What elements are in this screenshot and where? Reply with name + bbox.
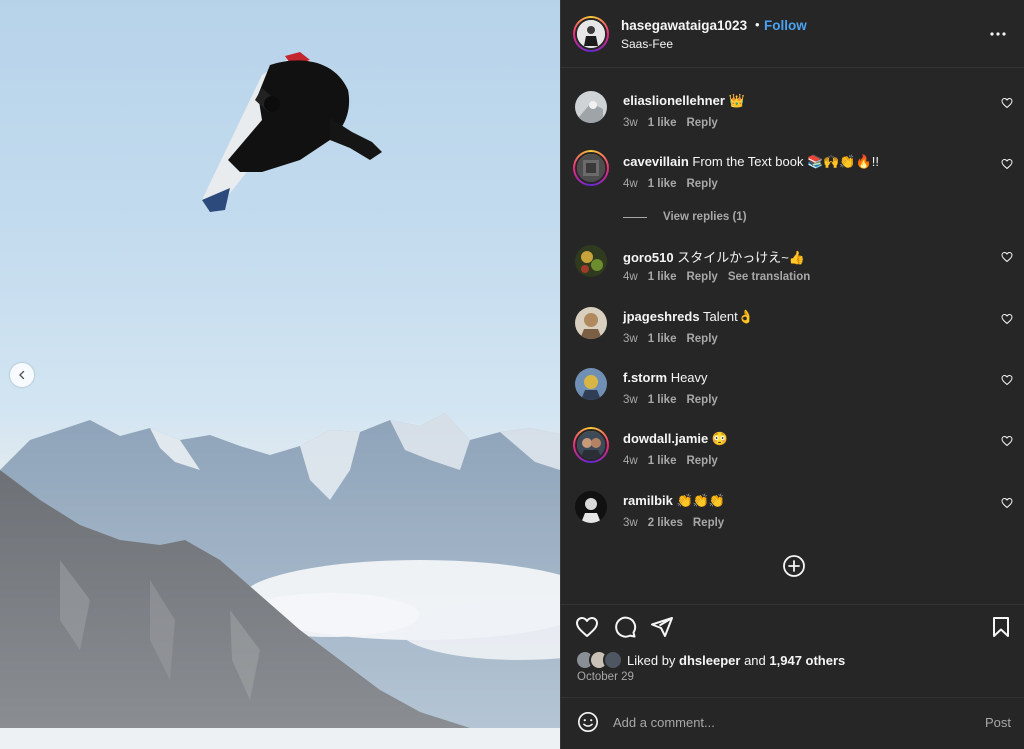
comment-text: Talent👌 <box>702 309 754 324</box>
comment-text: スタイルかっけえ~👍 <box>677 250 805 265</box>
commenter-avatar[interactable] <box>575 368 607 400</box>
author-avatar-image <box>577 20 605 48</box>
author-username[interactable]: hasegawataiga1023 <box>621 18 747 33</box>
post-side-panel: hasegawataiga1023 • Follow Saas-Fee elia… <box>560 0 1024 749</box>
comment-age: 3w <box>623 333 638 345</box>
add-comment-input[interactable] <box>613 712 973 732</box>
post-location[interactable]: Saas-Fee <box>621 37 673 51</box>
load-more-comments-icon[interactable] <box>782 554 806 578</box>
more-horizontal-icon[interactable] <box>987 24 1009 44</box>
liked-by-user[interactable]: dhsleeper <box>679 653 740 668</box>
commenter-username[interactable]: ramilbik <box>623 493 673 508</box>
heart-icon[interactable] <box>1001 435 1013 447</box>
comment-age: 3w <box>623 517 638 529</box>
comment-item: ramilbik 👏👏👏 3w 2 likes Reply <box>561 491 1024 547</box>
comment-item: cavevillain From the Text book 📚🙌👏🔥!! 4w… <box>561 150 1024 208</box>
post-photo <box>0 0 560 749</box>
commenter-username[interactable]: eliaslionellehner <box>623 93 725 108</box>
comment-likes[interactable]: 1 like <box>648 178 677 190</box>
post-header: hasegawataiga1023 • Follow Saas-Fee <box>561 0 1024 68</box>
header-separator: • <box>755 17 760 32</box>
comment-item: eliaslionellehner 👑 3w 1 like Reply <box>561 91 1024 147</box>
liked-by-middle: and <box>740 652 770 668</box>
post-comment-button[interactable]: Post <box>985 715 1011 730</box>
comment-likes[interactable]: 1 like <box>648 394 677 406</box>
like-heart-icon[interactable] <box>575 615 599 639</box>
reply-button[interactable]: Reply <box>686 394 717 406</box>
heart-icon[interactable] <box>1001 313 1013 325</box>
comment-age: 4w <box>623 271 638 283</box>
commenter-username[interactable]: cavevillain <box>623 154 689 169</box>
commenter-avatar[interactable] <box>573 150 609 186</box>
view-replies-button[interactable]: View replies (1) <box>623 211 747 223</box>
heart-icon[interactable] <box>1001 251 1013 263</box>
see-translation-button[interactable]: See translation <box>728 271 810 283</box>
comment-likes[interactable]: 1 like <box>648 333 677 345</box>
comment-age: 3w <box>623 394 638 406</box>
reply-button[interactable]: Reply <box>686 455 717 467</box>
heart-icon[interactable] <box>1001 97 1013 109</box>
comment-item: dowdall.jamie 😳 4w 1 like Reply <box>561 427 1024 485</box>
share-send-icon[interactable] <box>650 615 674 639</box>
comment-likes[interactable]: 1 like <box>648 455 677 467</box>
commenter-avatar[interactable] <box>575 245 607 277</box>
comment-text: 👏👏👏 <box>676 493 726 508</box>
comment-age: 4w <box>623 178 638 190</box>
comment-text: Heavy <box>670 370 708 385</box>
comment-likes[interactable]: 1 like <box>648 117 677 129</box>
comment-item: f.storm Heavy 3w 1 like Reply <box>561 368 1024 424</box>
author-avatar[interactable] <box>573 16 609 52</box>
reply-button[interactable]: Reply <box>686 117 717 129</box>
carousel-prev-button[interactable] <box>10 363 34 387</box>
replies-divider <box>623 216 647 218</box>
emoji-icon[interactable] <box>577 711 599 733</box>
heart-icon[interactable] <box>1001 158 1013 170</box>
commenter-username[interactable]: goro510 <box>623 250 674 265</box>
comment-age: 3w <box>623 117 638 129</box>
add-comment-bar: Post <box>561 697 1024 749</box>
post-actions-bar <box>561 604 1024 644</box>
liker-avatars <box>575 650 625 670</box>
comment-text: 😳 <box>711 431 729 446</box>
comment-likes[interactable]: 1 like <box>648 271 677 283</box>
liked-by-row[interactable]: Liked by dhsleeper and 1,947 others <box>575 650 845 670</box>
liker-avatar <box>603 650 623 670</box>
commenter-username[interactable]: dowdall.jamie <box>623 431 708 446</box>
heart-icon[interactable] <box>1001 497 1013 509</box>
reply-button[interactable]: Reply <box>693 517 724 529</box>
commenter-username[interactable]: jpageshreds <box>623 309 700 324</box>
follow-button[interactable]: Follow <box>764 18 807 33</box>
commenter-avatar[interactable] <box>575 491 607 523</box>
comment-item: goro510 スタイルかっけえ~👍 4w 1 like Reply See tran… <box>561 245 1024 301</box>
comment-bubble-icon[interactable] <box>613 615 637 639</box>
commenter-username[interactable]: f.storm <box>623 370 667 385</box>
commenter-avatar[interactable] <box>575 307 607 339</box>
comment-age: 4w <box>623 455 638 467</box>
commenter-avatar[interactable] <box>575 91 607 123</box>
comment-likes[interactable]: 2 likes <box>648 517 683 529</box>
heart-icon[interactable] <box>1001 374 1013 386</box>
reply-button[interactable]: Reply <box>686 271 717 283</box>
comment-item: jpageshreds Talent👌 3w 1 like Reply <box>561 307 1024 363</box>
comment-text: From the Text book 📚🙌👏🔥!! <box>692 154 880 169</box>
chevron-left-icon <box>19 370 25 380</box>
post-date: October 29 <box>577 671 634 683</box>
snowboarder <box>202 52 382 212</box>
liked-by-others[interactable]: 1,947 others <box>769 653 845 668</box>
bookmark-save-icon[interactable] <box>989 615 1013 639</box>
view-replies-label: View replies (1) <box>663 211 747 223</box>
liked-by-prefix: Liked by <box>627 652 680 668</box>
commenter-avatar[interactable] <box>573 427 609 463</box>
reply-button[interactable]: Reply <box>686 333 717 345</box>
snowboard-photo <box>0 52 560 749</box>
reply-button[interactable]: Reply <box>686 178 717 190</box>
comment-text: 👑 <box>728 93 745 108</box>
